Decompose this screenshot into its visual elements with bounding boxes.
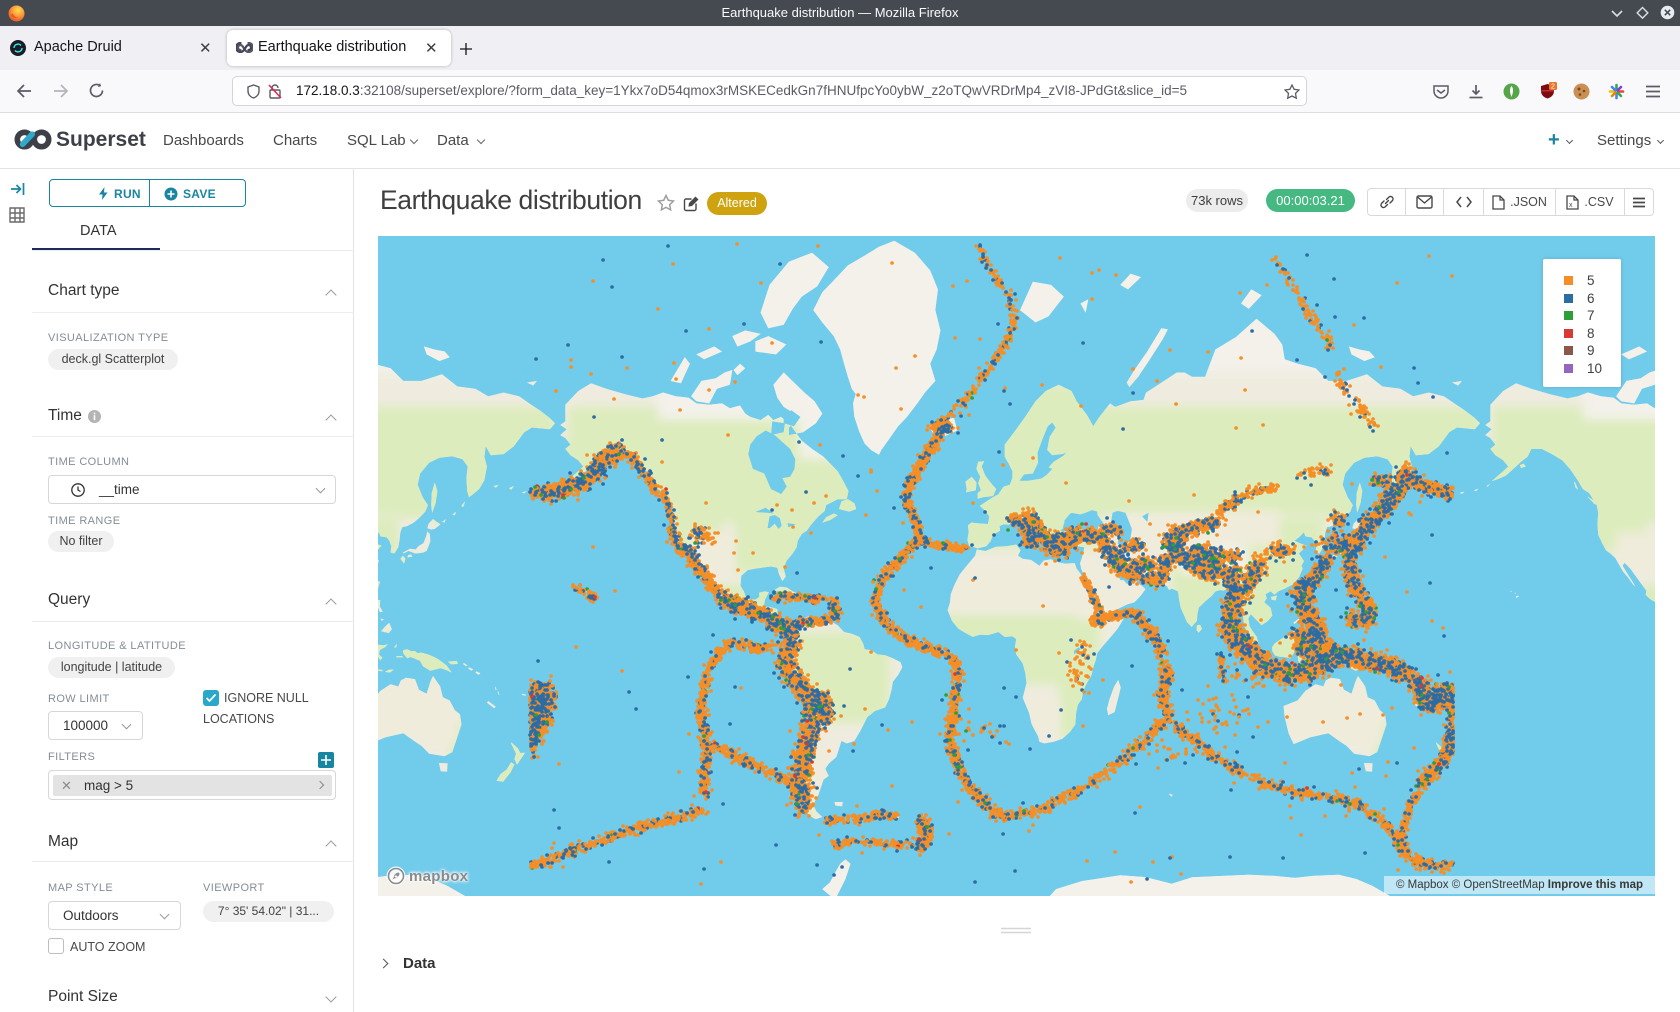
svg-text:2: 2 (1551, 84, 1555, 91)
svg-text:x: x (1569, 202, 1573, 209)
